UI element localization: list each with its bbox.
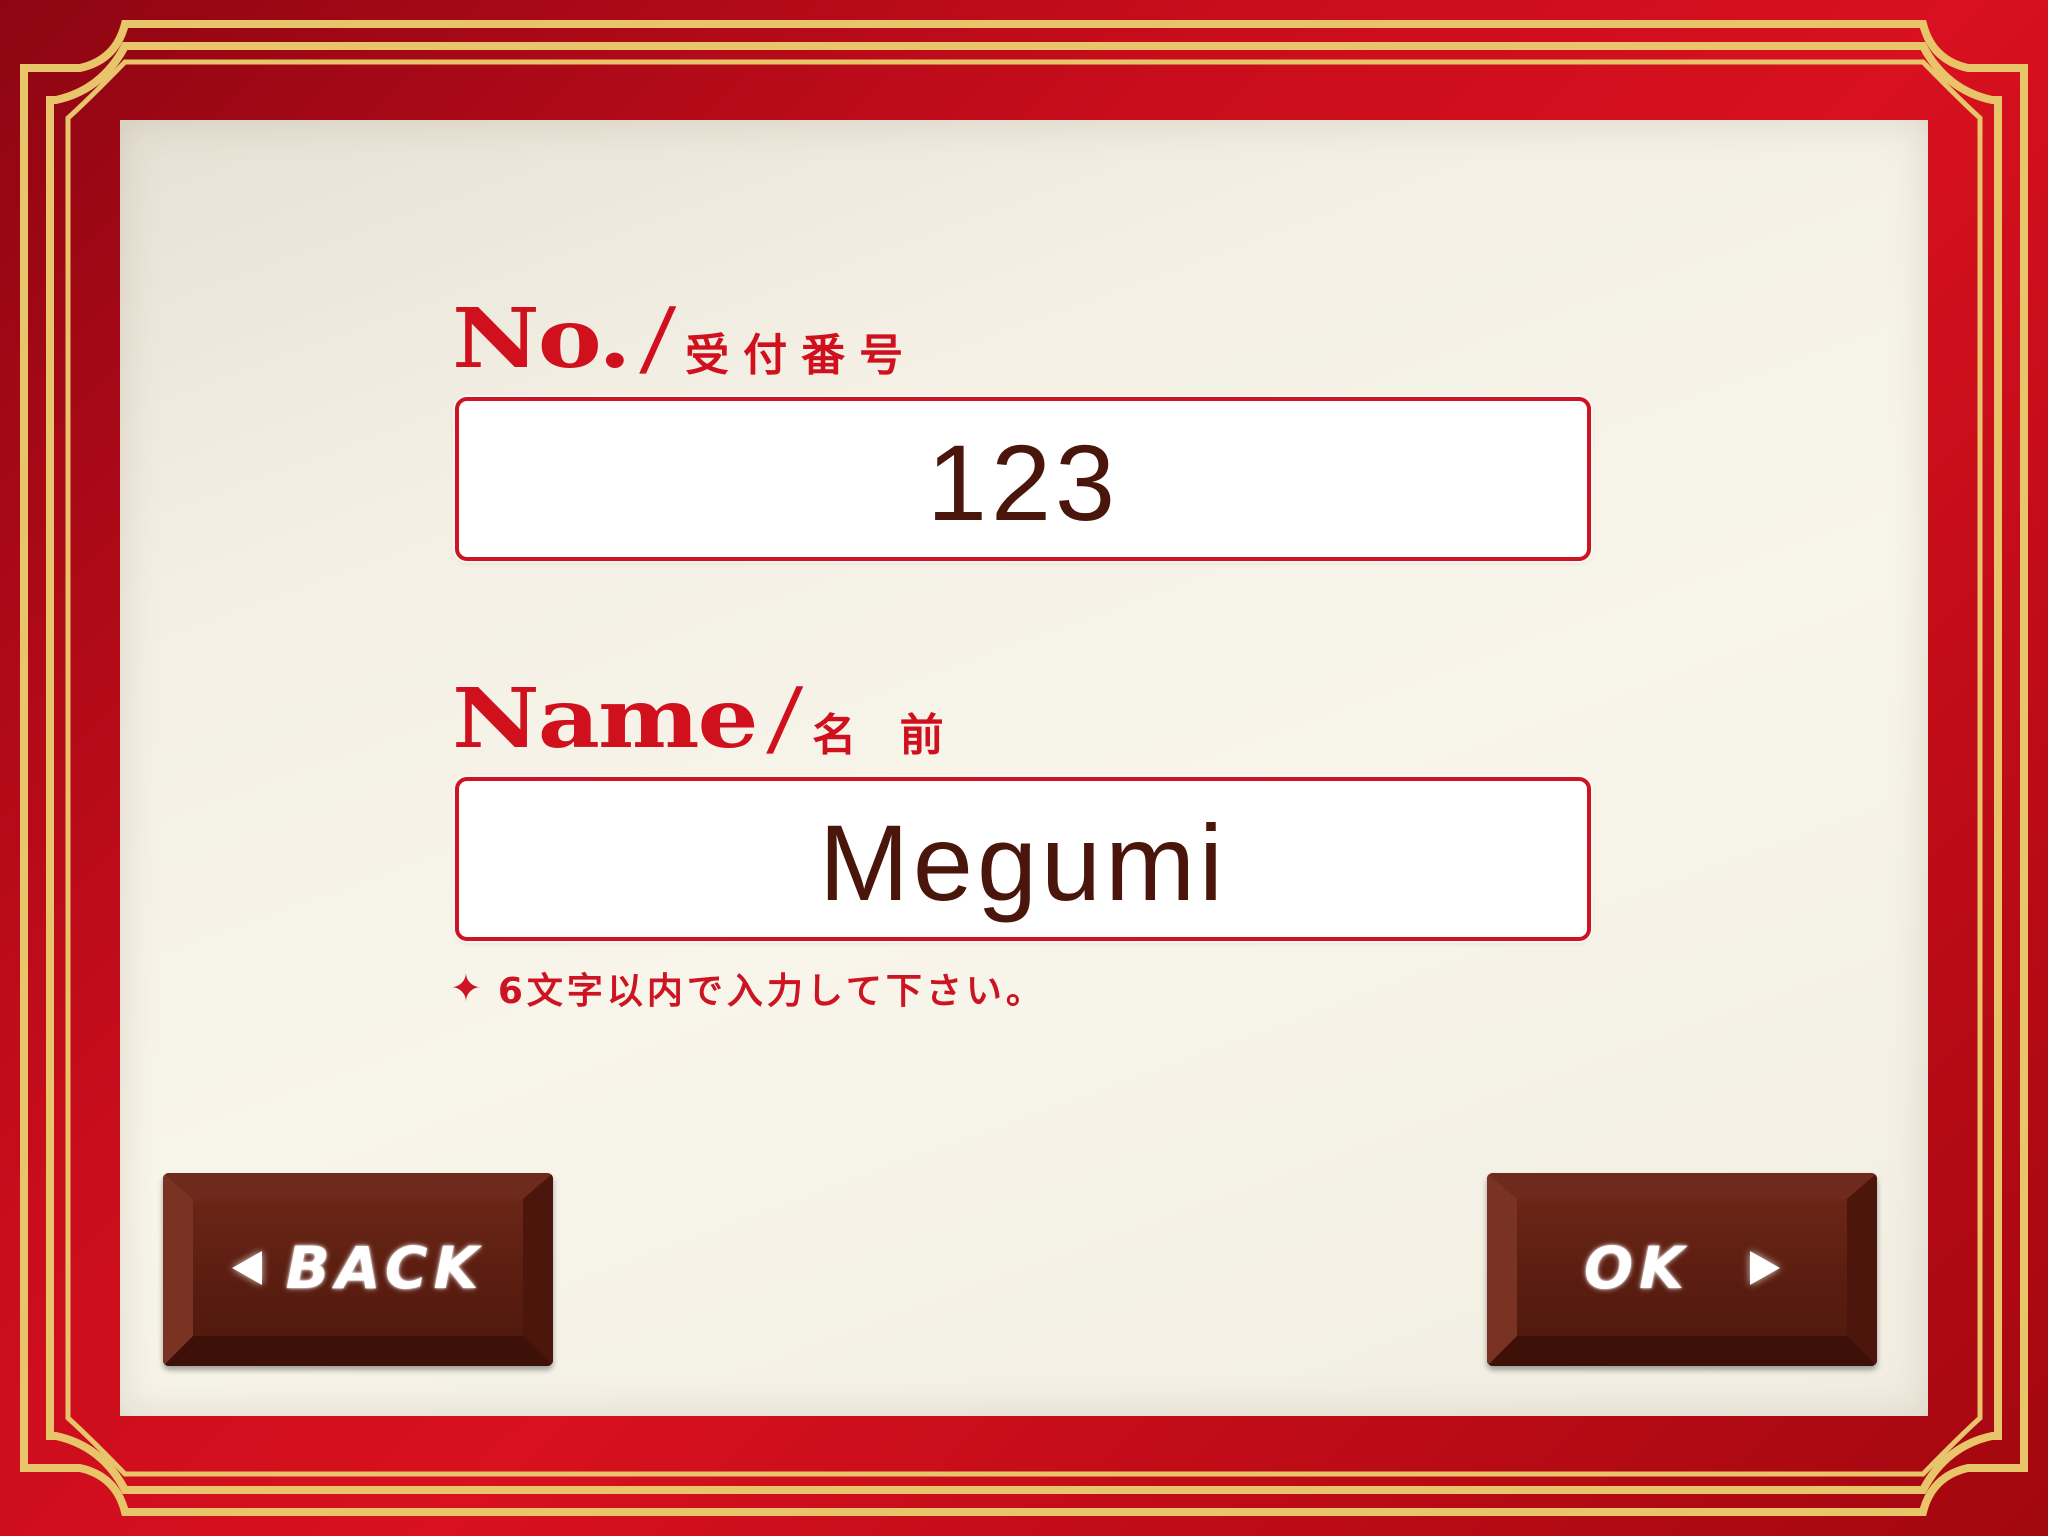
name-field-label: Name / 名 前 — [452, 664, 958, 767]
arrow-right-icon — [1750, 1250, 1781, 1285]
back-button-label: BACK — [285, 1233, 485, 1302]
back-button[interactable]: BACK — [163, 1173, 553, 1366]
name-label-jp: 名 前 — [812, 710, 958, 761]
ok-button[interactable]: OK — [1487, 1173, 1877, 1366]
name-label-en: Name — [452, 669, 759, 767]
ok-button-label: OK — [1583, 1233, 1691, 1302]
number-field-label: No. / 受付番号 — [452, 284, 918, 387]
button-face: OK — [1517, 1199, 1847, 1336]
arrow-left-icon — [231, 1250, 262, 1285]
button-face: BACK — [193, 1199, 523, 1336]
name-input[interactable]: Megumi — [455, 777, 1591, 941]
star-icon: ✦ — [450, 966, 486, 1010]
label-slash: / — [636, 291, 678, 386]
label-slash: / — [764, 671, 805, 766]
number-label-en: No. — [452, 289, 632, 387]
number-input[interactable]: 123 — [455, 397, 1591, 561]
name-length-note: ✦ 6文字以内で入力して下さい。 — [450, 962, 1046, 1014]
note-text: 6文字以内で入力して下さい。 — [497, 971, 1046, 1012]
number-label-jp: 受付番号 — [685, 330, 918, 381]
